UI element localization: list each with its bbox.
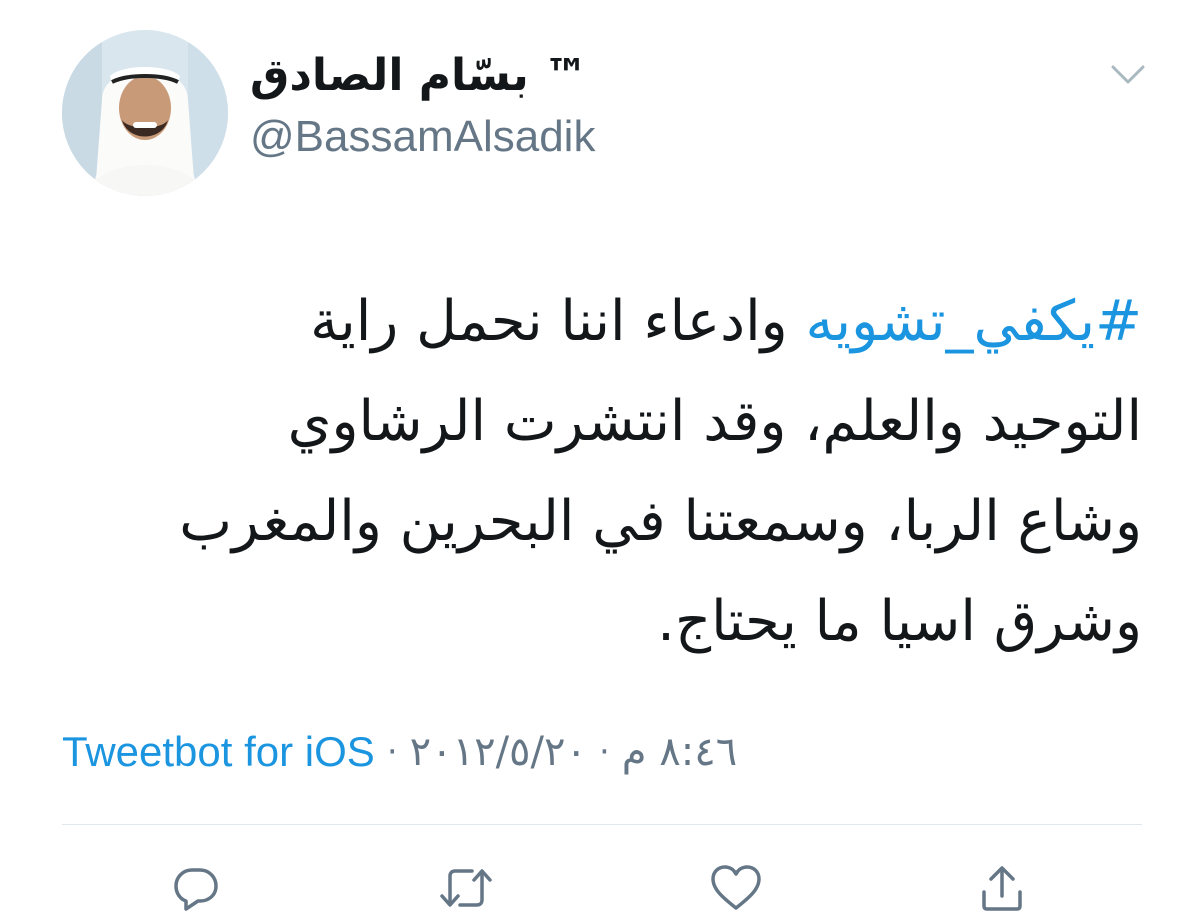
tweet-text: #يكفي_تشويه وادعاء اننا نحمل راية التوحي… [62, 272, 1142, 672]
author-handle[interactable]: @BassamAlsadik [250, 110, 595, 164]
divider [62, 824, 1142, 825]
author-display-name[interactable]: بسّام الصادق ™ [250, 48, 588, 104]
tweet-time: ٨:٤٦ م [621, 729, 738, 775]
tweet-text-line-4: وشرق اسيا ما يحتاج. [657, 589, 1142, 654]
share-button[interactable] [972, 858, 1032, 918]
retweet-button[interactable] [436, 858, 496, 918]
tweet-card: بسّام الصادق ™ @BassamAlsadik #يكفي_تشوي… [0, 0, 1200, 924]
tweet-text-segment: وادعاء اننا نحمل راية [310, 289, 806, 354]
reply-button[interactable] [166, 858, 226, 918]
like-button[interactable] [706, 858, 766, 918]
reply-icon [174, 868, 218, 911]
action-bar [0, 858, 1200, 918]
meta-separator: · [598, 732, 610, 772]
tweet-meta: Tweetbot for iOS · ٢٠١٢/٥/٢٠ · ٨:٤٦ م [62, 724, 737, 780]
heart-icon [711, 865, 761, 910]
avatar[interactable] [62, 30, 228, 196]
avatar-image [62, 30, 228, 196]
tweet-date: ٢٠١٢/٥/٢٠ [409, 729, 587, 775]
tweet-text-line-2: التوحيد والعلم، وقد انتشرت الرشاوي [287, 389, 1142, 454]
share-icon [982, 866, 1022, 911]
tweet-text-line-1: #يكفي_تشويه وادعاء اننا نحمل راية [62, 272, 1142, 372]
hashtag-link[interactable]: #يكفي_تشويه [805, 289, 1142, 354]
meta-separator: · [386, 732, 398, 772]
tweet-text-line-3: وشاع الربا، وسمعتنا في البحرين والمغرب [179, 489, 1142, 554]
retweet-icon [440, 869, 492, 907]
source-client-link[interactable]: Tweetbot for iOS [62, 724, 375, 780]
chevron-down-icon[interactable] [1106, 58, 1150, 92]
